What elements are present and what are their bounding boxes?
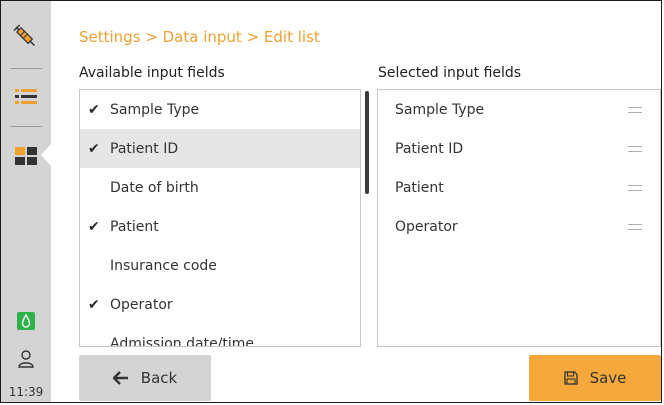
checkmark-icon: ✔: [88, 101, 100, 118]
sidebar-item-measure[interactable]: [1, 19, 51, 55]
list-item[interactable]: Patient: [378, 168, 660, 207]
list-item-label: Operator: [110, 296, 173, 313]
list-item-label: Admission date/time: [110, 335, 255, 347]
floppy-disk-icon: [563, 371, 578, 385]
list-item[interactable]: Admission date/time: [80, 324, 360, 347]
active-indicator: [41, 144, 51, 166]
breadcrumb: Settings > Data input > Edit list: [79, 28, 320, 46]
drop-icon: [17, 312, 35, 330]
clock: 11:39: [8, 385, 44, 399]
drag-handle-icon[interactable]: [628, 146, 642, 152]
save-button[interactable]: Save: [529, 355, 661, 401]
selected-list[interactable]: Sample Type Patient ID Patient Operator: [377, 89, 661, 347]
available-list[interactable]: ✔ Sample Type ✔ Patient ID Date of birth…: [79, 89, 361, 347]
drag-handle-icon[interactable]: [628, 185, 642, 191]
arrow-left-icon: [112, 371, 129, 385]
list-item[interactable]: Date of birth: [80, 168, 360, 207]
sidebar-item-list[interactable]: [1, 81, 51, 113]
list-item-label: Insurance code: [110, 257, 217, 274]
list-item-label: Sample Type: [110, 101, 200, 118]
app-frame: 11:39 Settings > Data input > Edit list …: [0, 0, 662, 403]
scrollbar[interactable]: [365, 91, 369, 194]
drag-handle-icon[interactable]: [628, 224, 642, 230]
list-item-selected[interactable]: ✔ Patient ID: [80, 129, 360, 168]
list-item-label: Sample Type: [395, 101, 485, 118]
list-item-label: Date of birth: [110, 179, 199, 196]
drag-handle-icon[interactable]: [628, 107, 642, 113]
selected-title: Selected input fields: [378, 65, 522, 81]
checkmark-icon: ✔: [88, 140, 100, 157]
grid-icon: [15, 147, 37, 165]
list-item[interactable]: Patient ID: [378, 129, 660, 168]
sidebar-item-qc[interactable]: [1, 309, 51, 333]
checkmark-icon: ✔: [88, 296, 100, 313]
sidebar: 11:39: [1, 1, 51, 402]
sidebar-item-user[interactable]: [1, 345, 51, 373]
list-item[interactable]: ✔ Patient: [80, 207, 360, 246]
save-label: Save: [589, 369, 627, 387]
list-icon: [15, 89, 37, 104]
list-item-label: Patient ID: [395, 140, 464, 157]
list-item[interactable]: Insurance code: [80, 246, 360, 285]
list-item[interactable]: Sample Type: [378, 90, 660, 129]
back-label: Back: [140, 369, 178, 387]
list-item[interactable]: ✔ Sample Type: [80, 90, 360, 129]
list-item-label: Patient ID: [110, 140, 179, 157]
list-item[interactable]: ✔ Operator: [80, 285, 360, 324]
back-button[interactable]: Back: [79, 355, 211, 401]
list-item-label: Operator: [395, 218, 458, 235]
list-item-label: Patient: [110, 218, 159, 235]
user-icon: [18, 350, 34, 368]
available-title: Available input fields: [79, 65, 225, 81]
sidebar-divider: [10, 126, 42, 127]
list-item[interactable]: Operator: [378, 207, 660, 246]
checkmark-icon: ✔: [88, 218, 100, 235]
list-item-label: Patient: [395, 179, 444, 196]
sidebar-divider: [10, 68, 42, 69]
syringe-icon: [13, 24, 36, 47]
